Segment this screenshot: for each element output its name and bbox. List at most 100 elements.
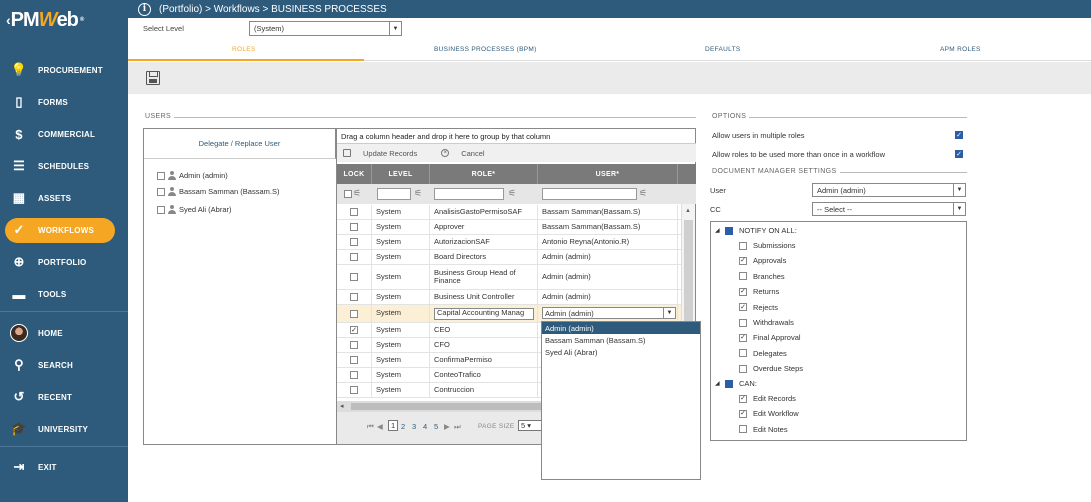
tree-checkbox[interactable] <box>725 226 733 235</box>
lock-checkbox[interactable] <box>350 309 358 318</box>
page-3[interactable]: 3 <box>412 422 416 431</box>
tree-checkbox[interactable]: ✓ <box>739 287 747 296</box>
last-page-icon[interactable]: ⏭ <box>454 422 461 432</box>
tree-item[interactable]: Overdue Steps <box>739 364 803 373</box>
tree-checkbox[interactable] <box>739 318 747 327</box>
filter-icon[interactable]: ⚟ <box>639 188 649 198</box>
lock-checkbox[interactable] <box>350 253 358 261</box>
column-header-role[interactable]: ROLE* <box>430 164 538 184</box>
lock-checkbox[interactable] <box>350 223 358 231</box>
tab-business-processes[interactable]: BUSINESS PROCESSES (BPM) <box>434 46 537 53</box>
delegate-replace-user-button[interactable]: Delegate / Replace User <box>144 129 336 159</box>
lock-filter-checkbox[interactable] <box>344 190 352 198</box>
next-page-icon[interactable]: ▶ <box>444 422 450 431</box>
sidebar-item-portfolio[interactable]: ⊕ PORTFOLIO <box>0 249 128 275</box>
tree-checkbox[interactable]: ✓ <box>739 256 747 265</box>
lock-checkbox[interactable] <box>350 371 358 379</box>
role-filter-input[interactable] <box>434 188 504 200</box>
expand-icon[interactable]: ◢ <box>715 380 723 387</box>
dm-cc-dropdown[interactable]: -- Select -- ▼ <box>812 202 966 216</box>
table-row[interactable]: System Business Group Head of Finance Admi… <box>337 265 681 290</box>
user-option[interactable]: Syed Ali (Abrar) <box>542 346 700 358</box>
allow-roles-once-checkbox[interactable]: ✓ <box>955 150 963 158</box>
sidebar-item-tools[interactable]: ▬ TOOLS <box>0 281 128 307</box>
page-2[interactable]: 2 <box>401 422 405 431</box>
sidebar-item-assets[interactable]: ▦ ASSETS <box>0 185 128 211</box>
chevron-down-icon[interactable]: ▼ <box>953 184 965 196</box>
prev-page-icon[interactable]: ◀ <box>377 422 383 431</box>
chevron-down-icon[interactable]: ▼ <box>663 308 675 318</box>
tree-item[interactable]: Delegates <box>739 349 787 358</box>
user-checkbox[interactable] <box>157 187 165 196</box>
lock-checkbox[interactable]: ✓ <box>350 326 358 334</box>
page-1[interactable]: 1 <box>388 420 399 431</box>
tree-item[interactable]: ✓ Returns <box>739 287 779 296</box>
allow-multiple-roles-checkbox[interactable]: ✓ <box>955 131 963 139</box>
role-input[interactable]: Capital Accounting Manag <box>434 307 534 320</box>
table-row[interactable]: System Approver Bassam Samman(Bassam.S) <box>337 220 681 235</box>
chevron-down-icon[interactable]: ▼ <box>953 203 965 215</box>
tree-item[interactable]: Edit Notes <box>739 425 788 434</box>
sidebar-item-workflows[interactable]: ✓ WORKFLOWS <box>0 217 128 243</box>
sidebar-item-exit[interactable]: ⇥ EXIT <box>0 454 128 480</box>
user-select[interactable]: Admin (admin) ▼ <box>542 307 676 319</box>
sidebar-item-forms[interactable]: ▯ FORMS <box>0 89 128 115</box>
table-row[interactable]: System Business Unit Controller Admin (adm… <box>337 290 681 305</box>
select-level-dropdown[interactable]: (System) ▼ <box>249 21 402 36</box>
sidebar-item-schedules[interactable]: ☰ SCHEDULES <box>0 153 128 179</box>
table-row[interactable]: System AnalisisGastoPermisoSAF Bassam Samm… <box>337 205 681 220</box>
tree-item[interactable]: ✓ Rejects <box>739 303 778 312</box>
user-option[interactable]: Admin (admin) <box>542 322 700 334</box>
filter-icon[interactable]: ⚟ <box>508 188 518 198</box>
tree-checkbox[interactable] <box>739 272 747 281</box>
cancel-button[interactable]: × Cancel <box>441 149 496 158</box>
scroll-left-icon[interactable]: ◂ <box>340 402 344 410</box>
tree-checkbox[interactable]: ✓ <box>739 333 747 342</box>
tree-checkbox[interactable]: ✓ <box>739 409 747 418</box>
sidebar-item-recent[interactable]: ↺ RECENT <box>0 384 128 410</box>
user-checkbox[interactable] <box>157 205 165 214</box>
pmweb-logo[interactable]: ‹ PM Web ® <box>0 0 128 40</box>
level-filter-input[interactable] <box>377 188 411 200</box>
tree-checkbox[interactable] <box>739 349 747 358</box>
tree-checkbox[interactable] <box>739 425 747 434</box>
scroll-up-icon[interactable]: ▲ <box>685 208 691 214</box>
sidebar-item-search[interactable]: ⚲ SEARCH <box>0 352 128 378</box>
tree-item[interactable]: ✓ Edit Workflow <box>739 409 799 418</box>
tree-checkbox[interactable] <box>739 364 747 373</box>
column-header-user[interactable]: USER* <box>538 164 678 184</box>
update-records-button[interactable]: Update Records <box>343 149 429 158</box>
chevron-down-icon[interactable]: ▼ <box>389 22 401 35</box>
tree-item[interactable]: ✓ Approvals <box>739 256 786 265</box>
save-icon[interactable] <box>146 71 160 85</box>
user-list-item[interactable]: Bassam Samman (Bassam.S) <box>157 187 279 196</box>
first-page-icon[interactable]: ⏮ <box>367 422 374 432</box>
tree-item[interactable]: Withdrawals <box>739 318 794 327</box>
tree-checkbox[interactable]: ✓ <box>739 303 747 312</box>
user-checkbox[interactable] <box>157 171 165 180</box>
sidebar-item-home[interactable]: HOME <box>0 320 128 346</box>
expand-icon[interactable]: ◢ <box>715 227 723 234</box>
lock-checkbox[interactable] <box>350 238 358 246</box>
sidebar-item-commercial[interactable]: $ COMMERCIAL <box>0 121 128 147</box>
tree-item[interactable]: ✓ Final Approval <box>739 333 801 342</box>
lock-checkbox[interactable] <box>350 208 358 216</box>
lock-checkbox[interactable] <box>350 341 358 349</box>
filter-icon[interactable]: ⚟ <box>353 188 363 198</box>
lock-checkbox[interactable] <box>350 273 358 281</box>
tree-checkbox[interactable]: ✓ <box>739 394 747 403</box>
user-list-item[interactable]: Admin (admin) <box>157 171 228 180</box>
tab-defaults[interactable]: DEFAULTS <box>705 46 741 53</box>
page-4[interactable]: 4 <box>423 422 427 431</box>
lock-checkbox[interactable] <box>350 386 358 394</box>
tree-item[interactable]: Branches <box>739 272 785 281</box>
table-row[interactable]: System AutorizacionSAF Antonio Reyna(Anton… <box>337 235 681 250</box>
info-icon[interactable]: i <box>138 2 151 16</box>
user-option[interactable]: Bassam Samman (Bassam.S) <box>542 334 700 346</box>
user-filter-input[interactable] <box>542 188 637 200</box>
filter-icon[interactable]: ⚟ <box>414 188 424 198</box>
tab-apm-roles[interactable]: APM ROLES <box>940 46 981 53</box>
tree-checkbox[interactable] <box>725 379 733 388</box>
lock-checkbox[interactable] <box>350 356 358 364</box>
sidebar-item-procurement[interactable]: 💡 PROCUREMENT <box>0 57 128 83</box>
